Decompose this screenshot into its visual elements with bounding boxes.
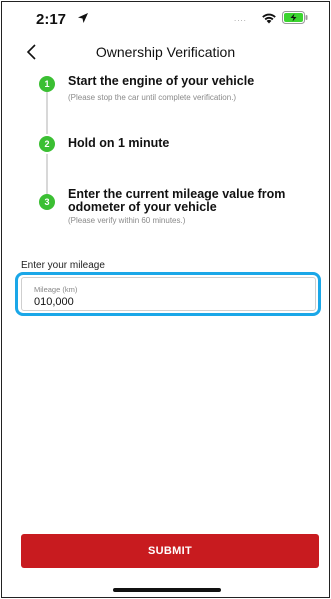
phone-screen: 2:17 .... Ownership Verification 1 Start…: [1, 1, 330, 598]
mileage-section-label: Enter your mileage: [21, 260, 105, 271]
step-title: Hold on 1 minute: [68, 136, 170, 150]
wifi-icon: [262, 13, 276, 24]
battery-charging-icon: [282, 11, 308, 24]
status-bar: 2:17 ....: [2, 2, 329, 36]
home-indicator: [113, 588, 221, 592]
step-number-badge: 1: [39, 76, 55, 92]
mileage-value: 010,000: [34, 296, 74, 308]
navigation-bar: Ownership Verification: [2, 36, 329, 68]
step-connector-line: [46, 154, 48, 194]
step-note: (Please verify within 60 minutes.): [68, 216, 186, 225]
step-title: Start the engine of your vehicle: [68, 74, 255, 88]
step-connector-line: [46, 92, 48, 134]
step-note: (Please stop the car until complete veri…: [68, 93, 237, 102]
step-number-badge: 3: [39, 194, 55, 210]
mileage-field-label: Mileage (km): [34, 285, 78, 294]
page-title: Ownership Verification: [95, 44, 236, 60]
submit-button[interactable]: SUBMIT: [21, 534, 319, 568]
signal-dots: ....: [234, 14, 247, 23]
step-title: Enter the current mileage value from odo…: [68, 187, 286, 214]
status-time: 2:17: [36, 11, 67, 28]
mileage-input[interactable]: Mileage (km) 010,000: [21, 277, 316, 311]
step-number-badge: 2: [39, 136, 55, 152]
location-arrow-icon: [78, 13, 88, 23]
